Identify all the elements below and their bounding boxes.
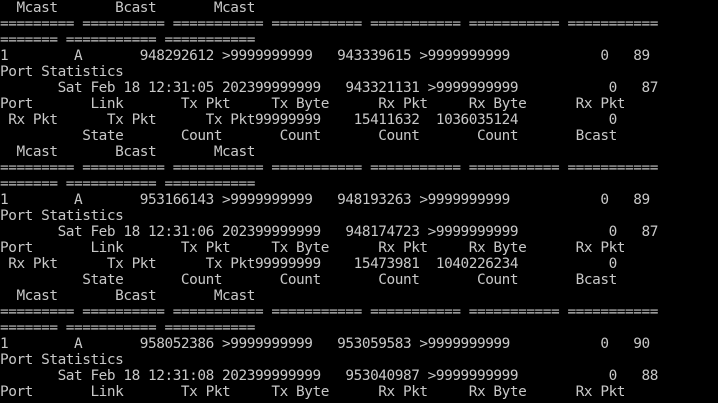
terminal-line: State Count Count Count Count Bcast [0,272,617,288]
terminal-line: ======= =========== =========== [0,176,255,192]
terminal-line: Rx Pkt Tx Pkt Tx Pkt99999999 15411632 10… [0,112,617,128]
terminal-line: Port Statistics [0,352,124,368]
terminal-line: ========= ========== =========== =======… [0,16,658,32]
terminal-line: Sat Feb 18 12:31:05 202399999999 9433211… [0,80,659,96]
terminal-line: ======= =========== =========== [0,32,255,48]
terminal-line: ========= ========== =========== =======… [0,304,658,320]
terminal-line: State Count Count Count Count Bcast [0,128,617,144]
terminal-line: Mcast Bcast Mcast [0,288,255,304]
terminal-line: Port Link Tx Pkt Tx Byte Rx Pkt Rx Byte … [0,384,626,400]
terminal-line: Rx Pkt Tx Pkt Tx Pkt99999999 15473981 10… [0,256,617,272]
terminal-line: 1 A 953166143 >9999999999 948193263 >999… [0,192,650,208]
terminal-line: Port Link Tx Pkt Tx Byte Rx Pkt Rx Byte … [0,96,626,112]
terminal-line: Port Link Tx Pkt Tx Byte Rx Pkt Rx Byte … [0,240,626,256]
terminal-line: Sat Feb 18 12:31:06 202399999999 9481747… [0,224,659,240]
terminal-line: Mcast Bcast Mcast [0,0,255,16]
terminal-line: 1 A 958052386 >9999999999 953059583 >999… [0,336,650,352]
terminal-line: Port Statistics [0,64,124,80]
terminal-line: Sat Feb 18 12:31:08 202399999999 9530409… [0,368,659,384]
terminal-line: ======= =========== =========== [0,320,255,336]
terminal-line: ========= ========== =========== =======… [0,160,658,176]
terminal-line: Mcast Bcast Mcast [0,144,255,160]
terminal-line: Port Statistics [0,208,124,224]
terminal-line: 1 A 948292612 >9999999999 943339615 >999… [0,48,650,64]
terminal-output[interactable]: Mcast Bcast Mcast ========= ========== =… [0,0,718,403]
